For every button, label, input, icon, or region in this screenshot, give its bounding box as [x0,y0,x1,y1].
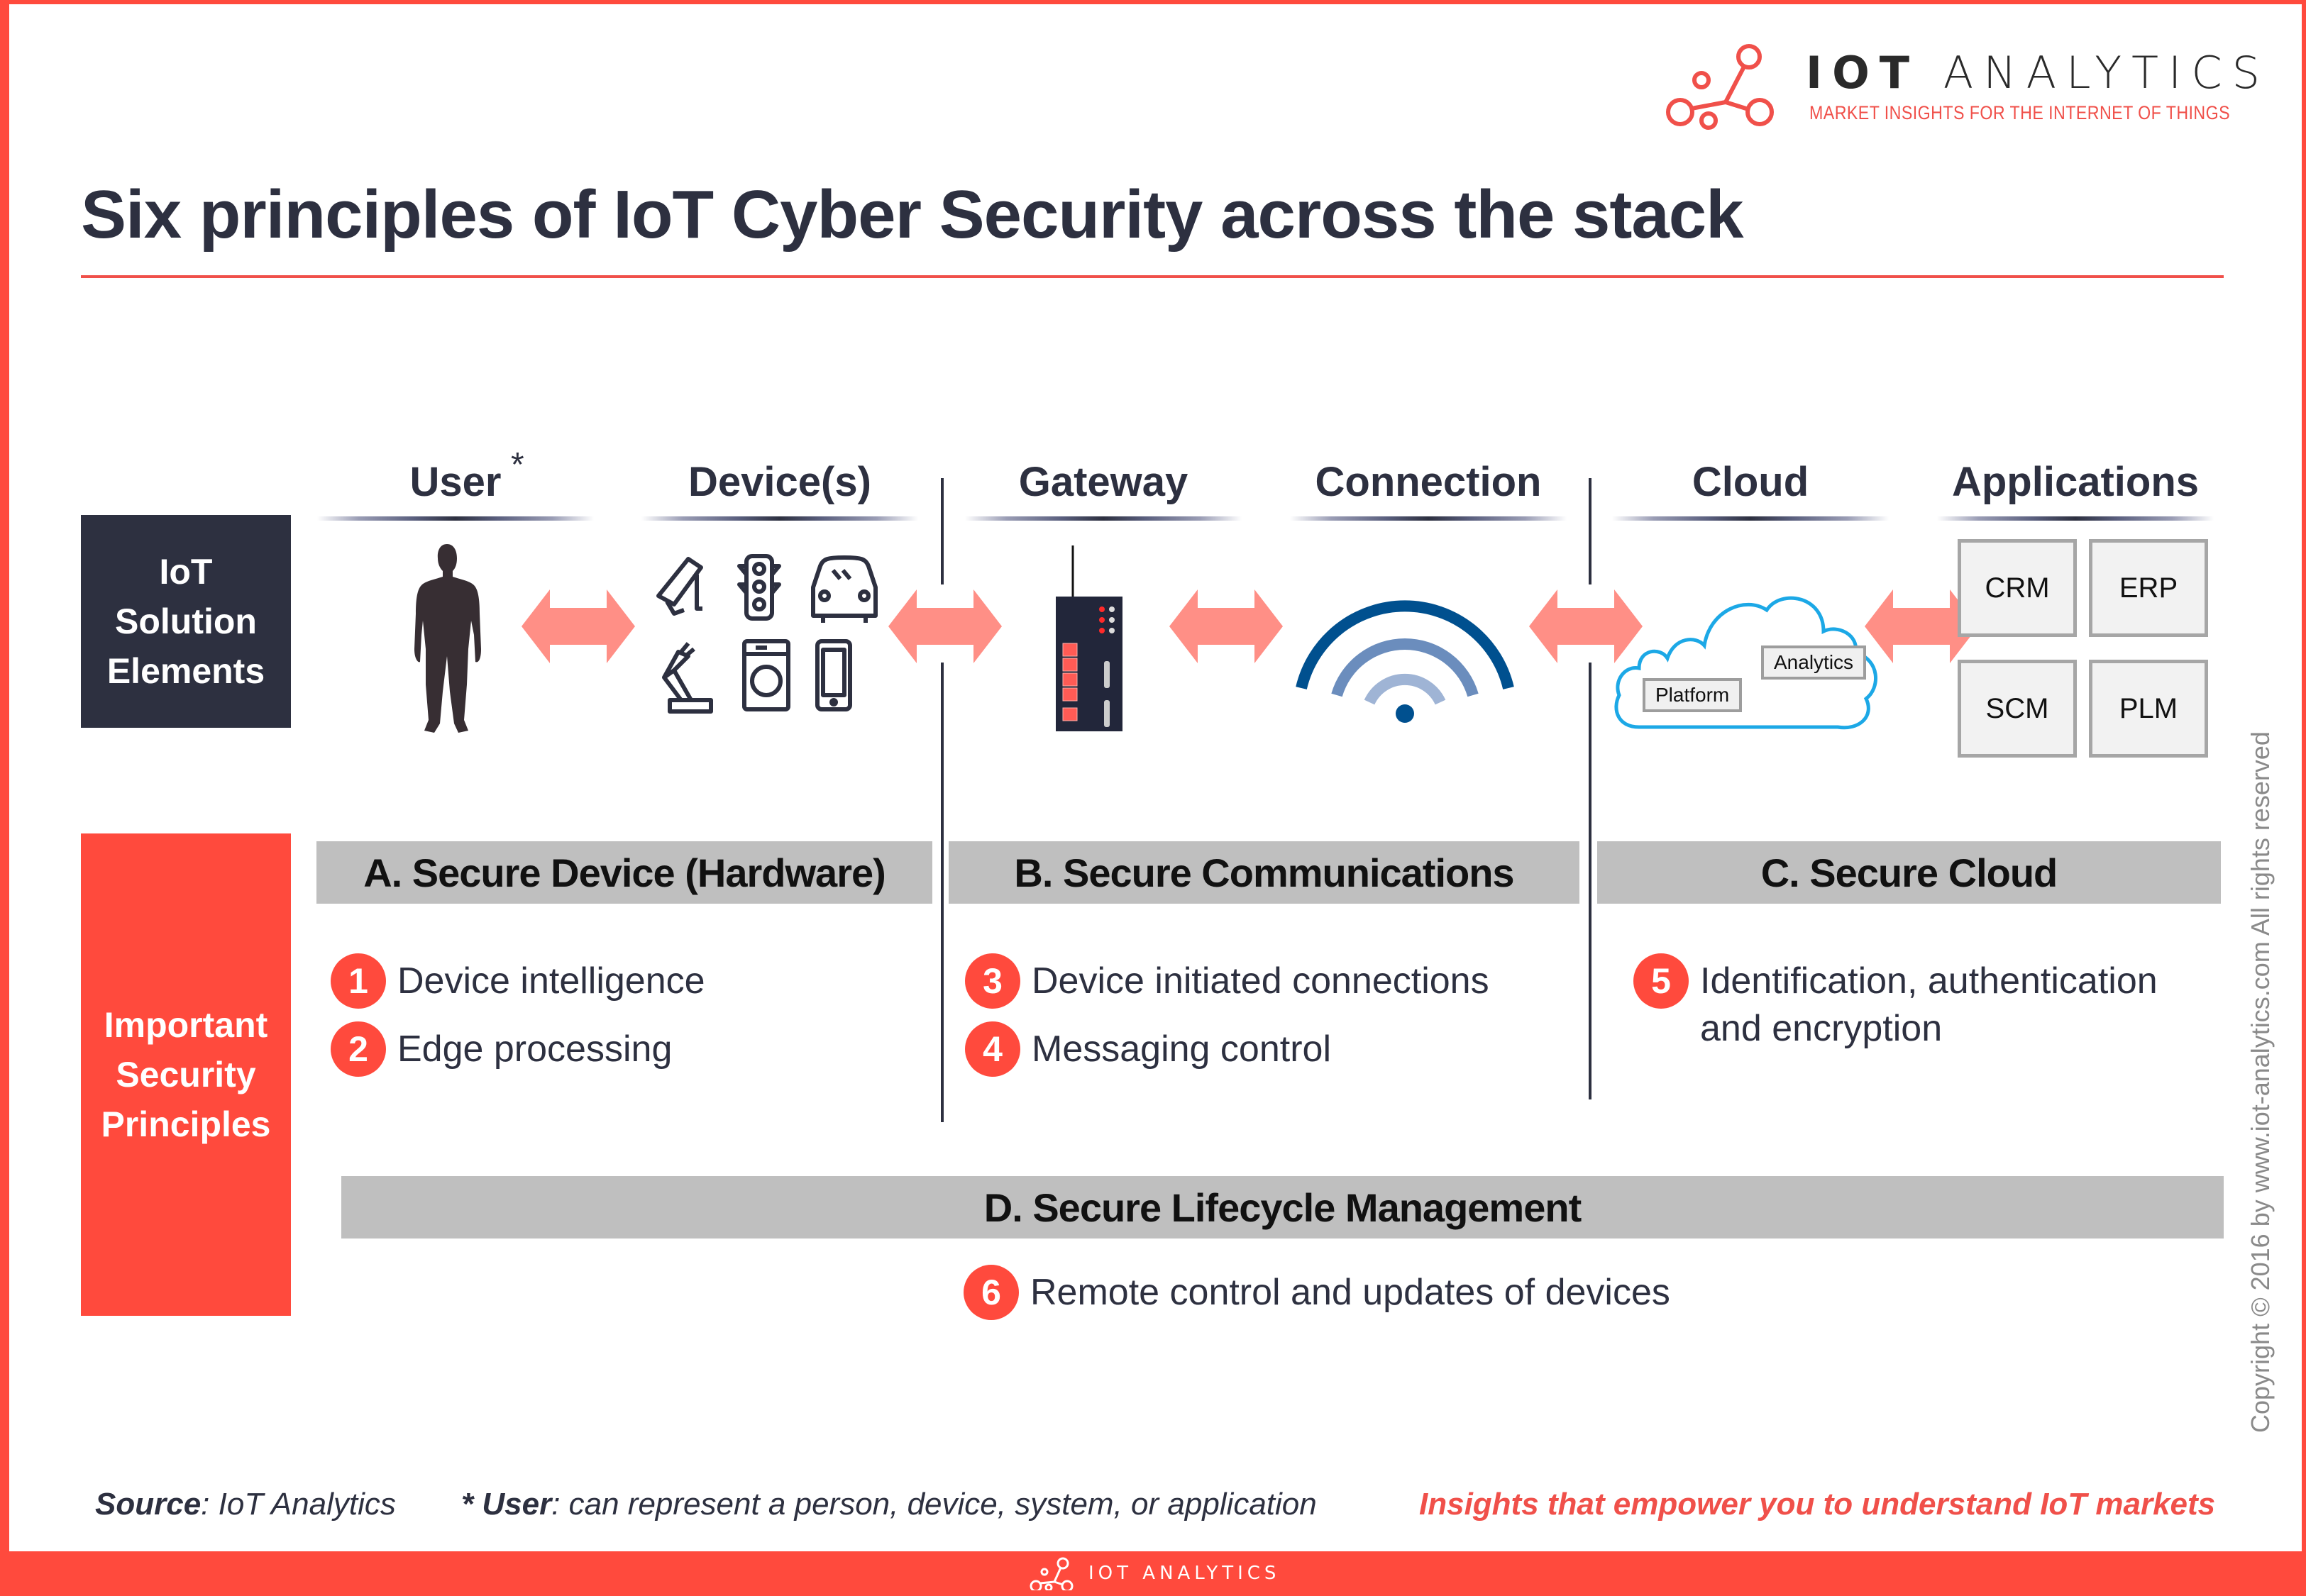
principle-number-badge: 2 [331,1021,386,1077]
column-header-connection: Connection [1315,459,1542,505]
wifi-icon [1296,600,1514,723]
divider-connection-cloud-bottom [1589,663,1591,1099]
column-underline-gateway [965,516,1242,521]
bidirectional-arrow-gateway-connection [1169,589,1283,663]
column-header-user: User [409,459,502,505]
network-nodes-icon [1030,1557,1074,1590]
principle-number-badge: 3 [965,953,1020,1009]
washing-machine-icon [742,639,790,711]
principle-number-badge: 6 [964,1265,1019,1320]
principle-number-badge: 1 [331,953,386,1009]
principle-text: Remote control and updates of devices [1030,1272,1670,1313]
smartphone-icon [815,639,852,711]
row-label-solution-elements: IoT Solution Elements [81,515,291,728]
section-header-secure-device: A. Secure Device (Hardware) [316,841,932,904]
divider-devices-gateway-bottom [941,663,944,1122]
user-asterisk: * [511,446,524,484]
principle-number-badge: 4 [965,1021,1020,1077]
brand-name-light: ANALYTICS [1943,47,2270,99]
column-header-applications: Applications [1951,459,2200,505]
section-header-secure-cloud: C. Secure Cloud [1597,841,2221,904]
column-header-devices: Device(s) [688,459,871,505]
row-label-security-principles: Important Security Principles [81,833,291,1316]
principle-text: Device intelligence [397,960,705,1002]
bottom-brand-name: IOT ANALYTICS [1088,1563,1281,1584]
frame-right-border [2302,0,2306,1596]
bidirectional-arrow-user-device [522,589,635,663]
footer-tagline: Insights that empower you to understand … [1419,1487,2216,1522]
row-label-line: IoT [159,552,213,592]
divider-devices-gateway-top [941,478,944,584]
column-underline-applications [1937,516,2214,521]
section-header-secure-lifecycle: D. Secure Lifecycle Management [341,1176,2224,1238]
column-underline-devices [641,516,918,521]
principle-text: Messaging control [1032,1029,1331,1070]
brand-tagline: MARKET INSIGHTS FOR THE INTERNET OF THIN… [1809,102,2231,123]
source-label: Source [95,1487,202,1522]
source-value: : IoT Analytics [201,1487,396,1522]
devices-grid-icon [656,554,878,714]
column-header-gateway: Gateway [1018,459,1188,505]
principle-item-2: 2 Edge processing [331,1021,672,1077]
app-box-erp: ERP [2089,539,2208,637]
app-box-crm: CRM [1958,539,2077,637]
cloud-label-platform: Platform [1643,678,1743,712]
security-camera-icon [656,557,703,616]
user-footnote-label: * User [461,1487,552,1522]
brand-name-bold: IOT [1806,47,1920,99]
user-footnote: * User: can represent a person, device, … [461,1487,1317,1522]
bottom-brand-logo: IOT ANALYTICS [1029,1555,1280,1592]
cloud-icon: Analytics Platform [1611,582,1909,738]
app-box-plm: PLM [2089,660,2208,758]
section-header-secure-communications: B. Secure Communications [949,841,1579,904]
divider-connection-cloud-top [1589,478,1591,584]
traffic-light-icon [737,554,781,621]
principle-item-5: 5 Identification, authentication [1633,953,2158,1009]
frame-top-border [0,0,2306,4]
row-label-line: Solution [115,602,257,641]
principle-number-badge: 5 [1633,953,1689,1009]
column-underline-cloud [1612,516,1889,521]
gateway-router-icon [1056,545,1122,731]
principle-item-1: 1 Device intelligence [331,953,705,1009]
robot-arm-icon [662,642,713,714]
brand-name: IOT ANALYTICS [1806,47,2270,99]
principle-item-3: 3 Device initiated connections [965,953,1489,1009]
brand-logo: IOT ANALYTICS MARKET INSIGHTS FOR THE IN… [1660,41,2271,137]
cloud-label-analytics: Analytics [1761,645,1867,680]
principle-text: Device initiated connections [1032,960,1489,1002]
row-label-line: Principles [101,1104,271,1144]
source-note: Source: IoT Analytics [95,1487,396,1522]
car-icon [811,555,878,623]
principle-item-4: 4 Messaging control [965,1021,1331,1077]
user-footnote-text: : can represent a person, device, system… [551,1487,1317,1522]
principle-text: Edge processing [397,1029,673,1070]
app-box-scm: SCM [1958,660,2077,758]
principle-item-5-line2: and encryption [1700,1008,1943,1049]
row-label-line: Elements [106,651,265,691]
column-underline-user [317,516,594,521]
page-title: Six principles of IoT Cyber Security acr… [81,177,1744,253]
title-divider [81,275,2224,278]
person-silhouette-icon [414,544,481,733]
row-label-line: Important [104,1005,268,1045]
column-underline-connection [1290,516,1567,521]
bidirectional-arrow-device-gateway [888,589,1002,663]
row-label-line: Security [116,1055,256,1095]
principle-text: Identification, authentication [1700,960,2158,1002]
network-nodes-icon [1666,44,1774,130]
column-header-cloud: Cloud [1692,459,1809,505]
principle-item-6: 6 Remote control and updates of devices [964,1265,1670,1320]
frame-left-border [0,0,9,1596]
copyright-notice: Copyright © 2016 by www.iot-analytics.co… [2246,731,2275,1433]
